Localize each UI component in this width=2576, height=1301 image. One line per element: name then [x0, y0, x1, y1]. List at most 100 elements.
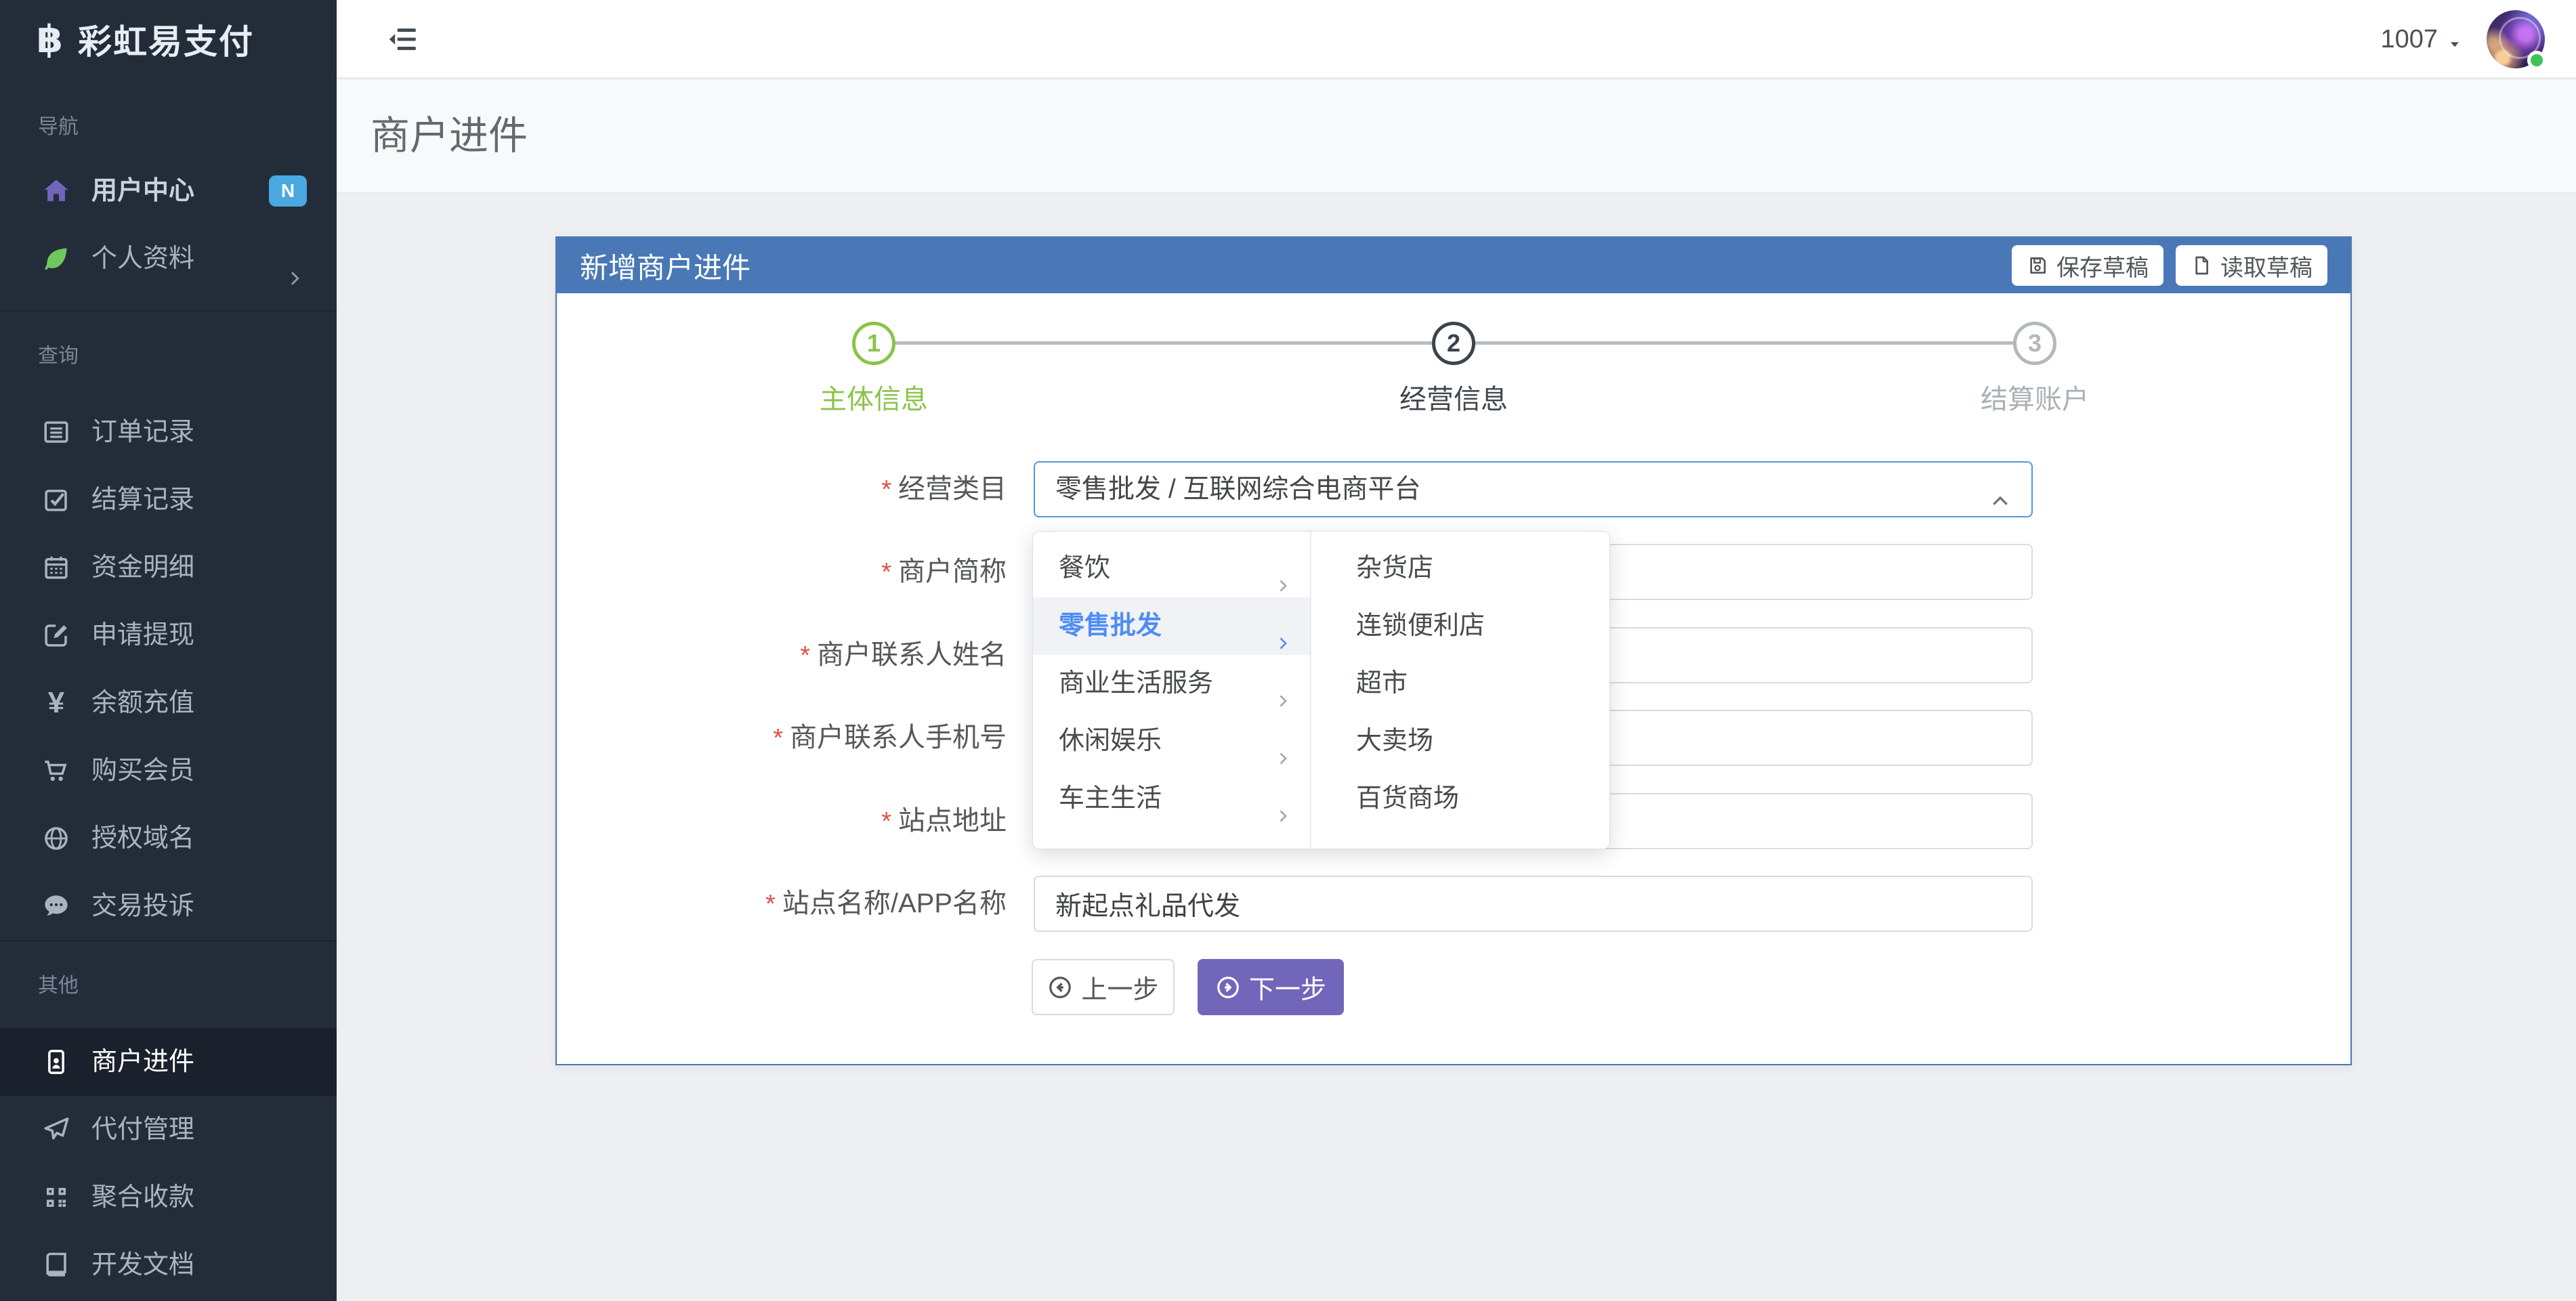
- screen: ฿ 彩虹易支付 导航 用户中心 N 个人资料: [0, 0, 2576, 1301]
- category-item-business-life-services[interactable]: 商业生活服务: [1033, 655, 1310, 712]
- site-name-input[interactable]: [1034, 876, 2033, 932]
- main-content: 新增商户进件 保存草稿 读取草稿 1 2 3 主体信息 经: [337, 195, 2576, 1301]
- user-id-text: 1007: [2380, 25, 2438, 54]
- sidebar-section-nav: 导航 用户中心 N 个人资料: [0, 79, 337, 310]
- field-label: 站点地址: [898, 806, 1007, 836]
- subcategory-item-clipped[interactable]: [1311, 828, 1609, 849]
- brand-name: 彩虹易支付: [78, 15, 254, 64]
- subcategory-item-chain-convenience-store[interactable]: 连锁便利店: [1311, 597, 1609, 655]
- cart-icon: [42, 756, 70, 785]
- avatar[interactable]: [2487, 10, 2545, 68]
- sidebar-item-label: 购买会员: [91, 756, 194, 785]
- chevron-right-icon: [284, 247, 305, 269]
- sidebar-section-query: 查询 订单记录 结算记录 资金明细: [0, 310, 337, 940]
- form-row-site-name: *站点名称/APP名称: [557, 876, 2115, 932]
- previous-step-button[interactable]: 上一步: [1032, 959, 1175, 1015]
- caret-down-icon: [2446, 30, 2464, 48]
- home-icon: [42, 177, 70, 205]
- sidebar-item-aggregate-collection[interactable]: 聚合收款: [0, 1164, 337, 1231]
- category-item-clipped[interactable]: [1033, 828, 1310, 849]
- sidebar-item-buy-membership[interactable]: 购买会员: [0, 737, 337, 805]
- required-asterisk: *: [881, 558, 891, 586]
- globe-icon: [42, 824, 70, 853]
- sidebar-item-balance-recharge[interactable]: ¥ 余额充值: [0, 669, 337, 737]
- field-label: 商户简称: [898, 557, 1007, 586]
- field-label: 经营类目: [898, 474, 1007, 504]
- previous-step-label: 上一步: [1081, 968, 1158, 1006]
- sidebar-item-fund-details[interactable]: 资金明细: [0, 534, 337, 601]
- step-1-circle: 1: [852, 322, 895, 365]
- next-step-label: 下一步: [1249, 968, 1326, 1006]
- qrcode-icon: [42, 1183, 70, 1212]
- sidebar-item-label: 授权域名: [91, 824, 194, 853]
- load-draft-button[interactable]: 读取草稿: [2176, 245, 2327, 286]
- step-3-circle: 3: [2013, 322, 2056, 365]
- sidebar-item-authorized-domains[interactable]: 授权域名: [0, 805, 337, 872]
- panel-title: 新增商户进件: [580, 245, 751, 286]
- sidebar-item-label: 订单记录: [91, 418, 194, 446]
- comment-icon: [42, 892, 70, 920]
- chevron-right-icon: [1273, 559, 1292, 578]
- chevron-right-icon: [1273, 674, 1292, 693]
- category-item-leisure-entertainment[interactable]: 休闲娱乐: [1033, 712, 1310, 770]
- sidebar-item-profile[interactable]: 个人资料: [0, 225, 337, 293]
- page-title: 商户进件: [337, 80, 2576, 192]
- step-connector: [1475, 341, 2013, 345]
- sidebar-item-settlement-records[interactable]: 结算记录: [0, 466, 337, 534]
- sidebar-item-transaction-complaints[interactable]: 交易投诉: [0, 872, 337, 940]
- subcategory-item-department-store[interactable]: 百货商场: [1311, 770, 1609, 828]
- subcategory-item-hypermarket[interactable]: 大卖场: [1311, 712, 1609, 770]
- category-item-retail-wholesale[interactable]: 零售批发: [1033, 597, 1310, 655]
- save-draft-label: 保存草稿: [2056, 249, 2149, 282]
- merchant-onboarding-panel: 新增商户进件 保存草稿 读取草稿 1 2 3 主体信息 经: [555, 236, 2352, 1065]
- leaf-icon: [42, 244, 70, 273]
- field-label: 商户联系人姓名: [817, 640, 1007, 670]
- section-label: 查询: [0, 312, 337, 398]
- sidebar-item-label: 交易投诉: [91, 892, 194, 920]
- subcategory-item-grocery-store[interactable]: 杂货店: [1311, 540, 1609, 597]
- chevron-up-icon: [1988, 479, 2012, 503]
- bitcoin-icon: ฿: [37, 17, 63, 62]
- category-item-catering[interactable]: 餐饮: [1033, 540, 1310, 597]
- section-label: 其他: [0, 941, 337, 1028]
- sidebar-item-dev-docs[interactable]: 开发文档: [0, 1231, 337, 1299]
- next-step-button[interactable]: 下一步: [1198, 959, 1344, 1015]
- online-status-dot: [2527, 51, 2546, 70]
- book-icon: [42, 1251, 70, 1279]
- sidebar-item-merchant-onboarding[interactable]: 商户进件: [0, 1028, 337, 1096]
- required-asterisk: *: [800, 641, 810, 670]
- circle-arrow-right-icon: [1215, 975, 1241, 1000]
- business-category-select[interactable]: 零售批发 / 互联网综合电商平台: [1034, 461, 2033, 517]
- field-label: 站点名称/APP名称: [782, 889, 1007, 918]
- sidebar-section-other: 其他 商户进件 代付管理 聚合收款: [0, 940, 337, 1299]
- selected-category-value: 零售批发 / 互联网综合电商平台: [1055, 475, 1421, 504]
- step-1-label: 主体信息: [738, 377, 1009, 417]
- form-row-business-category: *经营类目 零售批发 / 互联网综合电商平台: [557, 461, 2115, 517]
- page-heading-bar: 商户进件: [337, 80, 2576, 194]
- sidebar-item-label: 结算记录: [91, 486, 194, 514]
- chevron-right-icon: [1273, 731, 1292, 750]
- step-2-circle: 2: [1432, 322, 1475, 365]
- calendar-icon: [42, 553, 70, 582]
- sidebar-item-withdraw-request[interactable]: 申请提现: [0, 601, 337, 669]
- step-connector: [895, 341, 1432, 345]
- step-2-label: 经营信息: [1318, 377, 1589, 417]
- sidebar-item-label: 聚合收款: [91, 1183, 194, 1212]
- topbar: 1007: [337, 0, 2576, 79]
- save-draft-button[interactable]: 保存草稿: [2012, 245, 2163, 286]
- sidebar-item-label: 个人资料: [91, 244, 194, 273]
- save-icon: [2027, 255, 2048, 276]
- app-logo[interactable]: ฿ 彩虹易支付: [0, 0, 337, 79]
- sidebar-toggle-icon[interactable]: [385, 22, 419, 56]
- sidebar-item-label: 申请提现: [91, 621, 194, 649]
- category-item-car-owner-life[interactable]: 车主生活: [1033, 770, 1310, 828]
- sidebar-item-user-center[interactable]: 用户中心 N: [0, 157, 337, 225]
- sidebar-item-payout-management[interactable]: 代付管理: [0, 1096, 337, 1164]
- user-menu[interactable]: 1007: [2380, 25, 2464, 54]
- subcategory-item-supermarket[interactable]: 超市: [1311, 655, 1609, 712]
- sidebar-item-label: 开发文档: [91, 1251, 194, 1279]
- yen-icon: ¥: [42, 669, 70, 737]
- step-3-label: 结算账户: [1899, 377, 2170, 417]
- sidebar-item-order-records[interactable]: 订单记录: [0, 398, 337, 466]
- category-dropdown: 餐饮 零售批发 商业生活服务 休闲娱乐: [1032, 531, 1610, 849]
